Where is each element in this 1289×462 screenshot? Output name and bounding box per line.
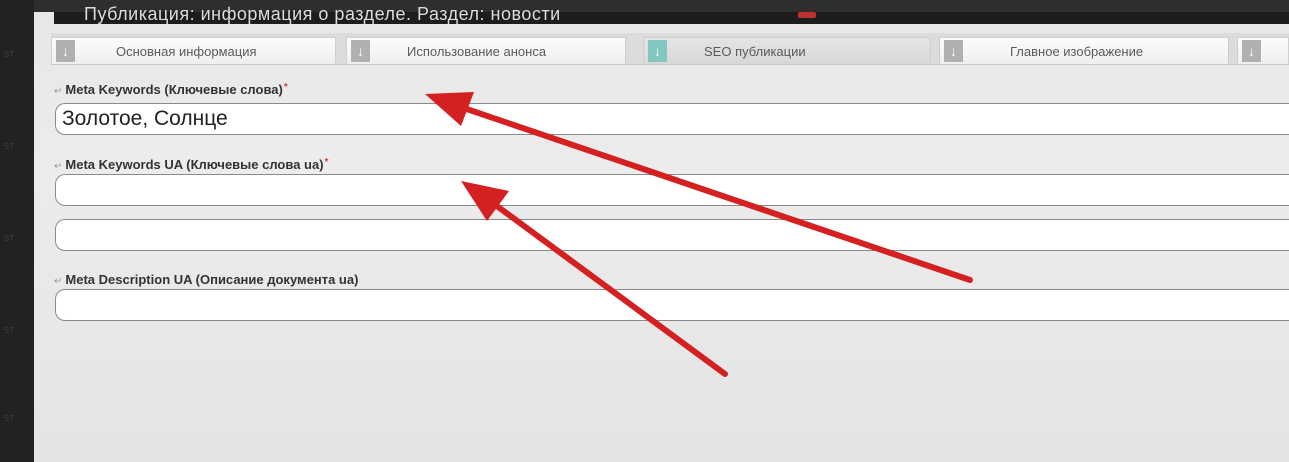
sidebar-mark: ST bbox=[4, 326, 14, 335]
tab-basic-info[interactable]: ↓ Основная информация bbox=[51, 37, 336, 64]
page-heading-band: Публикация: информация о разделе. Раздел… bbox=[54, 4, 1289, 24]
required-mark: * bbox=[324, 157, 329, 168]
sidebar-mark: ST bbox=[4, 50, 14, 59]
arrow-down-icon: ↓ bbox=[944, 40, 963, 62]
meta-description-ua-label: ↵ Meta Description UA (Описание документа… bbox=[54, 272, 358, 287]
meta-keywords-ua-label-text: Meta Keywords UA (Ключевые слова ua) bbox=[65, 157, 324, 172]
sidebar-mark: ST bbox=[4, 414, 14, 423]
meta-keywords-ua-label: ↵ Meta Keywords UA (Ключевые слова ua)* bbox=[54, 157, 328, 172]
sidebar-mark: ST bbox=[4, 142, 14, 151]
page-heading: Публикация: информация о разделе. Раздел… bbox=[84, 4, 561, 24]
left-sidebar-strip: ST ST ST ST ST bbox=[0, 0, 34, 462]
meta-keywords-input[interactable] bbox=[55, 103, 1289, 135]
tab-label: Главное изображение bbox=[1010, 44, 1144, 59]
meta-keywords-label: ↵ Meta Keywords (Ключевые слова)* bbox=[54, 82, 288, 97]
sidebar-mark: ST bbox=[4, 234, 14, 243]
tab-main-image[interactable]: ↓ Главное изображение bbox=[939, 37, 1229, 64]
tab-label: Использование анонса bbox=[407, 44, 547, 59]
tab-label: SEO публикации bbox=[704, 44, 806, 59]
heading-badge bbox=[798, 12, 816, 18]
arrow-down-icon: ↓ bbox=[351, 40, 370, 62]
return-arrow-icon: ↵ bbox=[54, 86, 63, 97]
meta-description-ua-input[interactable] bbox=[55, 289, 1289, 321]
arrow-down-icon: ↓ bbox=[648, 40, 667, 62]
required-mark: * bbox=[283, 82, 288, 93]
tab-announcement[interactable]: ↓ Использование анонса bbox=[346, 37, 626, 64]
arrow-down-icon: ↓ bbox=[56, 40, 75, 62]
meta-description-ua-label-text: Meta Description UA (Описание документа … bbox=[65, 272, 359, 287]
editor-panel: Публикация: информация о разделе. Раздел… bbox=[34, 4, 1289, 462]
return-arrow-icon: ↵ bbox=[54, 276, 63, 287]
tab-bar: ↓ Основная информация ↓ Использование ан… bbox=[51, 33, 1289, 65]
return-arrow-icon: ↵ bbox=[54, 161, 63, 172]
meta-keywords-ua-input[interactable] bbox=[55, 174, 1289, 206]
arrow-down-icon: ↓ bbox=[1242, 40, 1261, 62]
tab-label: Основная информация bbox=[116, 44, 257, 59]
tab-seo[interactable]: ↓ SEO публикации bbox=[643, 37, 931, 64]
meta-description-input[interactable] bbox=[55, 219, 1289, 251]
tab-next[interactable]: ↓ bbox=[1237, 37, 1289, 64]
meta-keywords-label-text: Meta Keywords (Ключевые слова) bbox=[65, 82, 283, 97]
